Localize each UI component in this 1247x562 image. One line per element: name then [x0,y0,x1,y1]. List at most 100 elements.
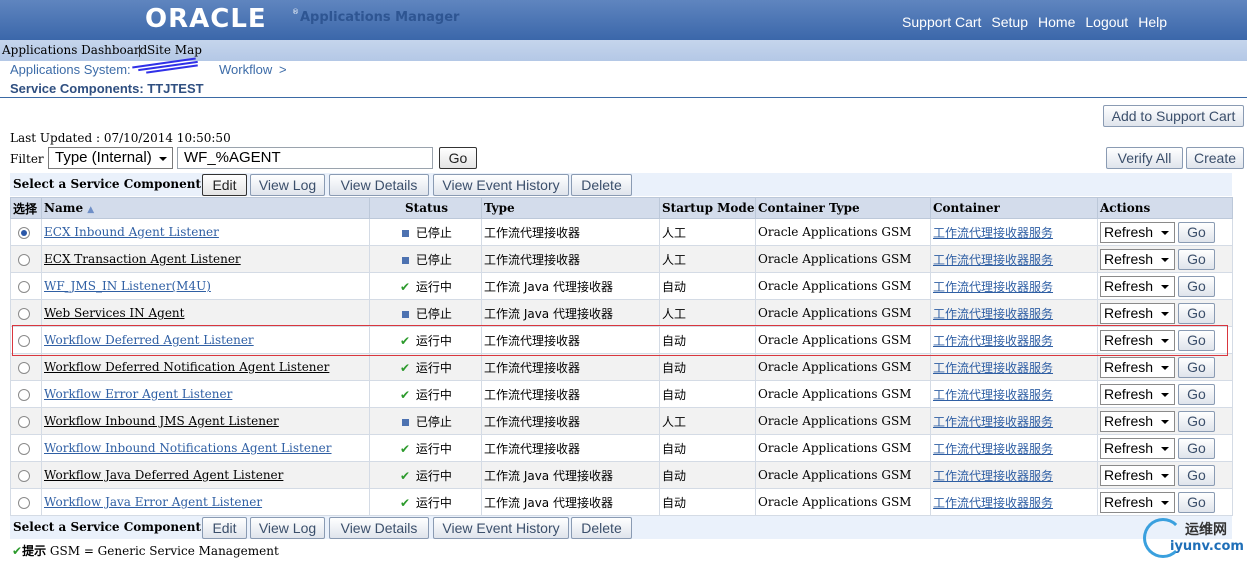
container-cell: 工作流代理接收器服务 [930,272,1098,300]
view-details-button[interactable]: View Details [329,174,429,196]
view-event-history-button-bottom[interactable]: View Event History [433,517,569,539]
selection-control-bar-top: Select a Service Component and ... Edit … [10,173,1232,196]
row-select-radio[interactable] [18,469,30,482]
app-name: Applications Manager [300,10,460,25]
row-select-radio[interactable] [18,442,30,455]
startup-mode-cell: 人工 [659,245,756,273]
container-link[interactable]: 工作流代理接收器服务 [933,388,1053,402]
type-cell: 工作流 Java 代理接收器 [481,272,660,300]
row-go-button[interactable]: Go [1178,221,1215,243]
edit-button[interactable]: Edit [202,174,247,196]
delete-button[interactable]: Delete [571,174,632,196]
component-name-link[interactable]: Workflow Deferred Notification Agent Lis… [44,360,329,374]
setup-link[interactable]: Setup [991,14,1028,30]
tab-applications-dashboard[interactable]: Applications Dashboard [2,43,147,57]
container-link[interactable]: 工作流代理接收器服务 [933,469,1053,483]
view-log-button-bottom[interactable]: View Log [250,517,325,539]
component-name-link[interactable]: Workflow Java Deferred Agent Listener [44,468,283,482]
component-name-link[interactable]: Workflow Deferred Agent Listener [44,333,254,347]
support-cart-link[interactable]: Support Cart [902,14,981,30]
row-go-button[interactable]: Go [1178,437,1215,459]
action-select[interactable]: Refresh [1100,383,1175,405]
row-go-button[interactable]: Go [1178,491,1215,513]
row-go-button[interactable]: Go [1178,383,1215,405]
verify-all-button[interactable]: Verify All [1106,147,1183,169]
component-name-link[interactable]: Web Services IN Agent [44,306,184,320]
add-to-support-cart-button[interactable]: Add to Support Cart [1103,105,1244,127]
container-link[interactable]: 工作流代理接收器服务 [933,361,1053,375]
row-go-button[interactable]: Go [1178,464,1215,486]
row-select-radio[interactable] [18,334,30,347]
component-name-link[interactable]: Workflow Inbound JMS Agent Listener [44,414,279,428]
action-select[interactable]: Refresh [1100,248,1175,270]
row-select-radio[interactable] [18,496,30,509]
help-link[interactable]: Help [1138,14,1167,30]
action-select[interactable]: Refresh [1100,221,1175,243]
breadcrumb-workflow[interactable]: Workflow [219,62,272,77]
row-select-radio[interactable] [18,415,30,428]
column-header-name[interactable]: Name ▲ [41,197,370,219]
home-link[interactable]: Home [1038,14,1075,30]
component-name-link[interactable]: ECX Transaction Agent Listener [44,252,241,266]
startup-mode-cell: 人工 [659,299,756,327]
container-cell: 工作流代理接收器服务 [930,353,1098,381]
component-name-link[interactable]: ECX Inbound Agent Listener [44,225,219,239]
actions-cell: Refresh Go [1097,380,1233,408]
action-select[interactable]: Refresh [1100,275,1175,297]
actions-cell: Refresh Go [1097,218,1233,246]
status-text: 运行中 [415,360,452,375]
row-select-radio[interactable] [18,280,30,293]
name-cell: ECX Inbound Agent Listener [41,218,370,246]
create-button[interactable]: Create [1186,147,1244,169]
container-link[interactable]: 工作流代理接收器服务 [933,253,1053,267]
filter-value-input[interactable]: WF_%AGENT [177,147,433,169]
tab-site-map[interactable]: Site Map [147,43,202,57]
row-select-radio[interactable] [18,388,30,401]
row-go-button[interactable]: Go [1178,329,1215,351]
filter-go-button[interactable]: Go [439,147,477,169]
filter-type-select[interactable]: Type (Internal) [48,147,173,169]
edit-button-bottom[interactable]: Edit [202,517,247,539]
container-link[interactable]: 工作流代理接收器服务 [933,415,1053,429]
view-details-button-bottom[interactable]: View Details [329,517,429,539]
view-event-history-button[interactable]: View Event History [433,174,569,196]
row-go-button[interactable]: Go [1178,302,1215,324]
logout-link[interactable]: Logout [1085,14,1128,30]
row-go-button[interactable]: Go [1178,356,1215,378]
container-link[interactable]: 工作流代理接收器服务 [933,226,1053,240]
actions-cell: Refresh Go [1097,353,1233,381]
row-select-radio[interactable] [18,307,30,320]
action-select[interactable]: Refresh [1100,356,1175,378]
table-body: ECX Inbound Agent Listener 已停止 工作流代理接收器 人工… [10,218,1233,516]
row-go-button[interactable]: Go [1178,248,1215,270]
table-header-row: 选择 Name ▲ Status Type Startup Mode Conta… [10,197,1233,219]
component-name-link[interactable]: Workflow Java Error Agent Listener [44,495,262,509]
select-cell [10,407,42,435]
row-go-button[interactable]: Go [1178,410,1215,432]
running-check-icon: ✔ [399,279,411,294]
action-select[interactable]: Refresh [1100,491,1175,513]
container-link[interactable]: 工作流代理接收器服务 [933,280,1053,294]
action-select[interactable]: Refresh [1100,437,1175,459]
startup-mode-cell: 人工 [659,407,756,435]
row-go-button[interactable]: Go [1178,275,1215,297]
component-name-link[interactable]: WF_JMS_IN Listener(M4U) [44,279,211,293]
row-select-radio[interactable] [18,253,30,266]
view-log-button[interactable]: View Log [250,174,325,196]
type-cell: 工作流代理接收器 [481,245,660,273]
delete-button-bottom[interactable]: Delete [571,517,632,539]
component-name-link[interactable]: Workflow Error Agent Listener [44,387,232,401]
container-link[interactable]: 工作流代理接收器服务 [933,307,1053,321]
row-select-radio[interactable] [18,226,30,239]
container-link[interactable]: 工作流代理接收器服务 [933,334,1053,348]
action-select[interactable]: Refresh [1100,302,1175,324]
action-select[interactable]: Refresh [1100,329,1175,351]
component-name-link[interactable]: Workflow Inbound Notifications Agent Lis… [44,441,332,455]
action-select[interactable]: Refresh [1100,464,1175,486]
container-link[interactable]: 工作流代理接收器服务 [933,442,1053,456]
oracle-logo: ORACLE [145,4,267,34]
row-select-radio[interactable] [18,361,30,374]
container-link[interactable]: 工作流代理接收器服务 [933,496,1053,510]
action-select[interactable]: Refresh [1100,410,1175,432]
breadcrumb-applications-system[interactable]: Applications System: [10,62,131,77]
